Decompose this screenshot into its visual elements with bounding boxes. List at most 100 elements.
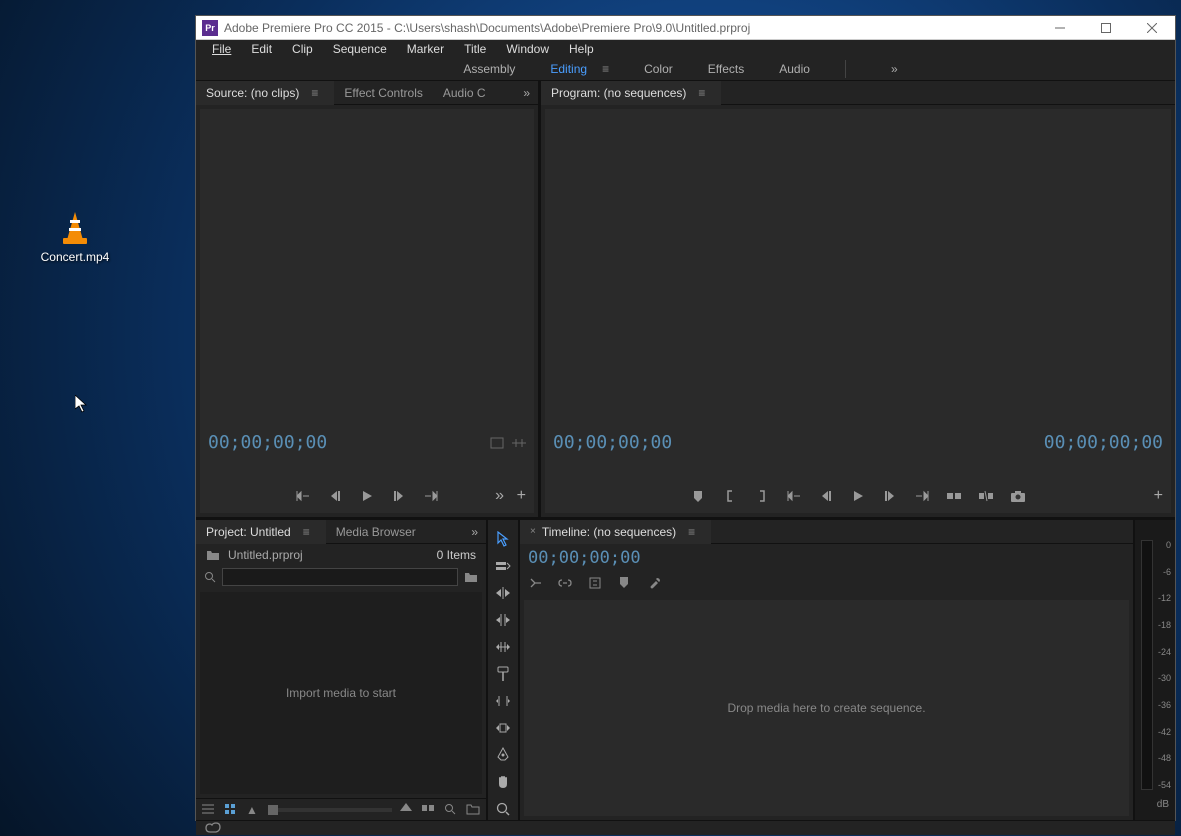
import-media-hint[interactable]: Import media to start [200, 592, 482, 794]
resolution-icon[interactable] [512, 437, 526, 449]
workspace-editing[interactable]: Editing [550, 58, 587, 80]
zoom-slider[interactable] [268, 808, 392, 812]
workspace-assembly[interactable]: Assembly [463, 58, 515, 80]
minimize-button[interactable] [1037, 16, 1083, 40]
program-timecode-left[interactable]: 00;00;00;00 [553, 432, 672, 453]
step-back-icon[interactable] [326, 487, 344, 505]
tab-effect-controls[interactable]: Effect Controls [334, 81, 432, 105]
workspace-overflow-icon[interactable]: » [881, 62, 908, 76]
meter-scale: 0 -6 -12 -18 -24 -30 -36 -42 -48 -54 [1158, 540, 1171, 790]
camera-icon[interactable] [1009, 487, 1027, 505]
program-step-forward-icon[interactable] [881, 487, 899, 505]
find-folder-icon[interactable] [464, 571, 478, 583]
maximize-button[interactable] [1083, 16, 1129, 40]
program-mark-in-icon[interactable] [785, 487, 803, 505]
cursor-icon [75, 395, 87, 413]
menu-title[interactable]: Title [454, 40, 496, 58]
desktop-file-concert[interactable]: Concert.mp4 [35, 210, 115, 264]
menu-marker[interactable]: Marker [397, 40, 454, 58]
source-add-icon[interactable]: + [517, 487, 526, 505]
mark-out-icon[interactable] [422, 487, 440, 505]
pen-tool-icon[interactable] [492, 744, 514, 766]
audio-meter-panel: 0 -6 -12 -18 -24 -30 -36 -42 -48 -54 dB [1135, 520, 1175, 820]
vlc-cone-icon [57, 210, 93, 246]
program-play-icon[interactable] [849, 487, 867, 505]
sort-icon[interactable] [400, 803, 414, 817]
tab-media-browser[interactable]: Media Browser [326, 520, 426, 544]
selection-tool-icon[interactable] [492, 528, 514, 550]
timeline-panel: × Timeline: (no sequences) ≡ 00;00;00;00… [520, 520, 1133, 820]
tab-program-label: Program: (no sequences) [551, 86, 686, 100]
tab-source-menu-icon[interactable]: ≡ [305, 86, 324, 100]
rolling-edit-tool-icon[interactable] [492, 609, 514, 631]
add-marker-icon[interactable] [689, 487, 707, 505]
menu-edit[interactable]: Edit [241, 40, 282, 58]
snap-icon[interactable] [528, 576, 544, 592]
creative-cloud-icon[interactable] [204, 821, 222, 835]
hand-tool-icon[interactable] [492, 771, 514, 793]
menu-help[interactable]: Help [559, 40, 604, 58]
workspace-editing-menu-icon[interactable]: ≡ [602, 62, 609, 76]
project-tabs-overflow-icon[interactable]: » [463, 525, 486, 539]
extract-icon[interactable] [977, 487, 995, 505]
linked-selection-icon[interactable] [558, 576, 574, 592]
program-panel: Program: (no sequences) ≡ 00;00;00;00 00… [541, 81, 1175, 517]
wrench-icon[interactable] [648, 576, 664, 592]
titlebar-text: Adobe Premiere Pro CC 2015 - C:\Users\sh… [224, 21, 1037, 35]
search-input[interactable] [222, 568, 458, 586]
lift-icon[interactable] [945, 487, 963, 505]
step-forward-icon[interactable] [390, 487, 408, 505]
tab-source[interactable]: Source: (no clips) ≡ [196, 81, 334, 105]
program-timecode-right[interactable]: 00;00;00;00 [1044, 432, 1163, 453]
rate-stretch-tool-icon[interactable] [492, 636, 514, 658]
source-timecode[interactable]: 00;00;00;00 [208, 432, 327, 453]
workspace-color[interactable]: Color [644, 58, 673, 80]
source-tabs-overflow-icon[interactable]: » [515, 86, 538, 100]
find-icon[interactable] [444, 803, 458, 817]
timeline-drop-area[interactable]: Drop media here to create sequence. [524, 600, 1129, 816]
bracket-out-icon[interactable] [753, 487, 771, 505]
close-button[interactable] [1129, 16, 1175, 40]
list-view-icon[interactable] [202, 803, 216, 817]
tab-timeline-menu-icon[interactable]: ≡ [682, 525, 701, 539]
menu-sequence[interactable]: Sequence [323, 40, 397, 58]
fit-icon[interactable] [490, 437, 504, 449]
new-bin-icon[interactable] [466, 803, 480, 817]
tab-audio-clip[interactable]: Audio C [433, 81, 496, 105]
tab-program-menu-icon[interactable]: ≡ [692, 86, 711, 100]
tab-program[interactable]: Program: (no sequences) ≡ [541, 81, 721, 105]
workspace-effects[interactable]: Effects [708, 58, 744, 80]
bracket-in-icon[interactable] [721, 487, 739, 505]
marker-timeline-icon[interactable] [618, 576, 634, 592]
razor-tool-icon[interactable] [492, 663, 514, 685]
add-marker-timeline-icon[interactable] [588, 576, 604, 592]
source-overflow-icon[interactable]: » [495, 487, 504, 505]
timeline-timecode[interactable]: 00;00;00;00 [520, 544, 1133, 572]
program-step-back-icon[interactable] [817, 487, 835, 505]
icon-view-icon[interactable] [224, 803, 238, 817]
mark-in-icon[interactable] [294, 487, 312, 505]
titlebar[interactable]: Pr Adobe Premiere Pro CC 2015 - C:\Users… [196, 16, 1175, 40]
program-add-icon[interactable]: + [1154, 487, 1163, 505]
slip-tool-icon[interactable] [492, 690, 514, 712]
workspace-audio[interactable]: Audio [779, 58, 810, 80]
ripple-edit-tool-icon[interactable] [492, 582, 514, 604]
menu-file[interactable]: File [202, 40, 241, 58]
play-icon[interactable] [358, 487, 376, 505]
program-mark-out-icon[interactable] [913, 487, 931, 505]
slide-tool-icon[interactable] [492, 717, 514, 739]
source-panel: Source: (no clips) ≡ Effect Controls Aud… [196, 81, 538, 517]
timeline-tab-close-icon[interactable]: × [530, 526, 536, 537]
tab-timeline[interactable]: × Timeline: (no sequences) ≡ [520, 520, 711, 544]
source-viewer: 00;00;00;00 » + [200, 109, 534, 513]
zoom-tool-icon[interactable] [492, 798, 514, 820]
folder-icon [206, 549, 220, 561]
menu-window[interactable]: Window [496, 40, 559, 58]
project-items-count: 0 Items [437, 548, 476, 562]
search-icon [204, 571, 216, 583]
menu-clip[interactable]: Clip [282, 40, 323, 58]
track-select-tool-icon[interactable] [492, 555, 514, 577]
tab-project-menu-icon[interactable]: ≡ [297, 525, 316, 539]
auto-sequence-icon[interactable] [422, 803, 436, 817]
tab-project[interactable]: Project: Untitled ≡ [196, 520, 326, 544]
